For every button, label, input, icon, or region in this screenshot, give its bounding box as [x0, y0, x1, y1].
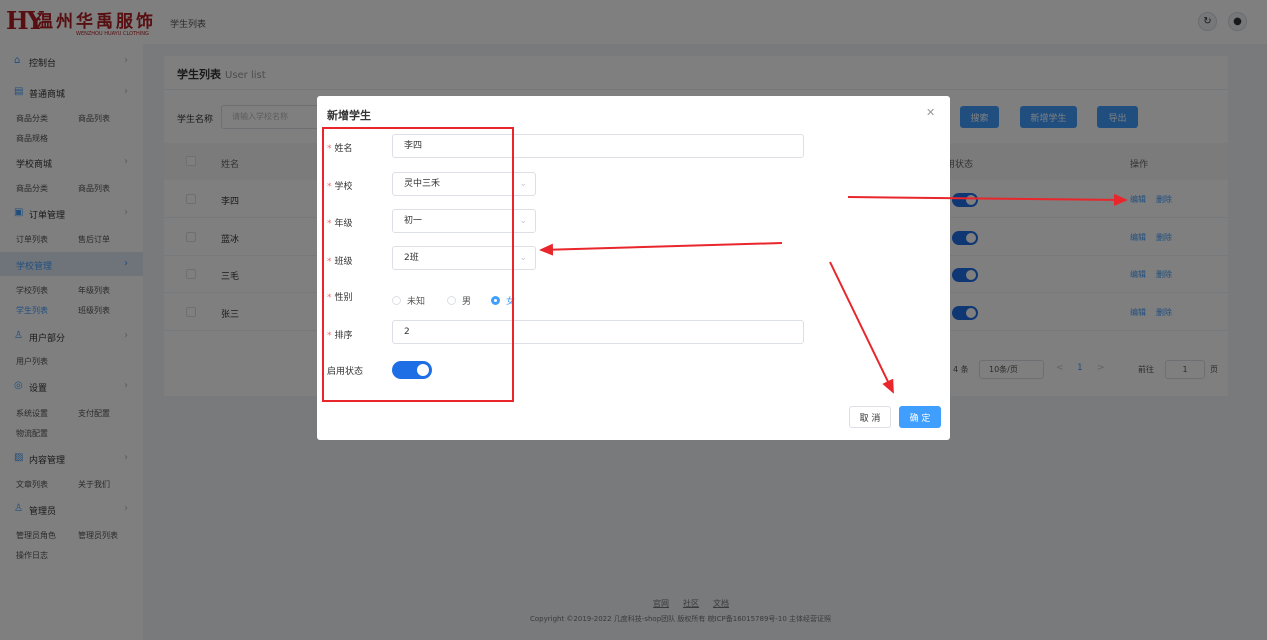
- arrow-to-confirm: [829, 261, 894, 394]
- arrow-to-class-select: [539, 242, 783, 256]
- arrow-to-edit: [847, 193, 1128, 206]
- annotation-arrows: [539, 193, 1128, 394]
